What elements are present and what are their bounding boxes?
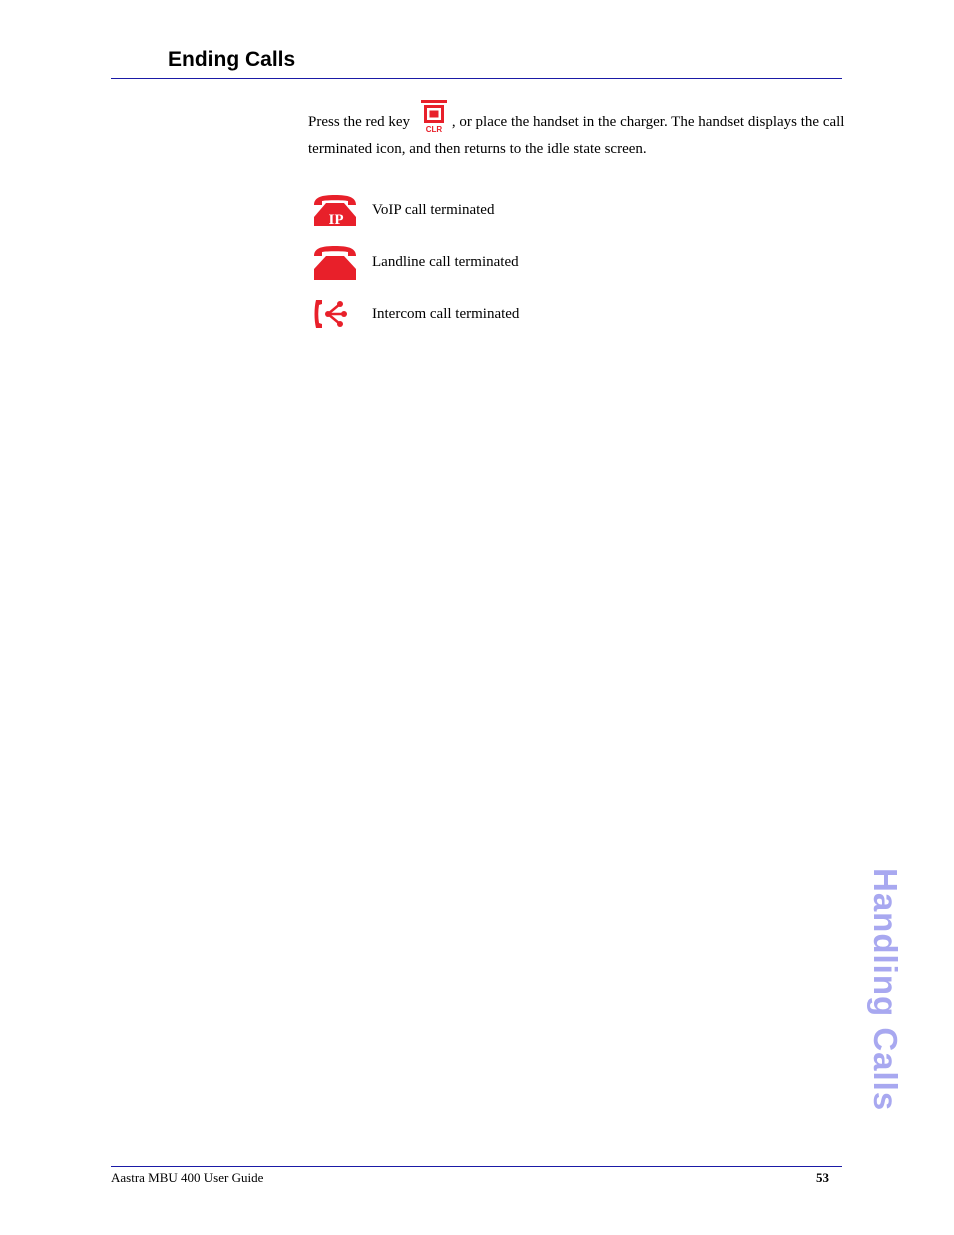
icon-label: Intercom call terminated [372,305,520,322]
chapter-side-tab: Handling Calls [867,868,908,1123]
footer-guide-title: Aastra MBU 400 User Guide [111,1170,264,1185]
voip-call-terminated-icon: IP [312,192,358,228]
section-title: Ending Calls [168,48,296,71]
landline-call-terminated-icon [312,244,358,280]
clr-red-key-icon: CLR [419,99,449,134]
svg-text:IP: IP [329,212,344,227]
icon-label: VoIP call terminated [372,201,495,218]
icon-label: Landline call terminated [372,253,519,270]
icon-legend-row: Landline call terminated [312,242,519,282]
page-number: 53 [816,1170,829,1185]
footer-divider [111,1166,842,1167]
title-divider [111,78,842,79]
instruction-paragraph: Press the red key CLR , or place the han… [308,99,848,163]
intercom-call-terminated-icon [312,296,358,332]
svg-text:CLR: CLR [426,125,443,133]
paragraph-text-start: Press the red key [308,114,411,130]
icon-legend-row: Intercom call terminated [312,294,519,334]
icon-legend-row: IP VoIP call terminated [312,190,494,230]
chapter-side-tab-label: Handling Calls [867,868,904,1112]
